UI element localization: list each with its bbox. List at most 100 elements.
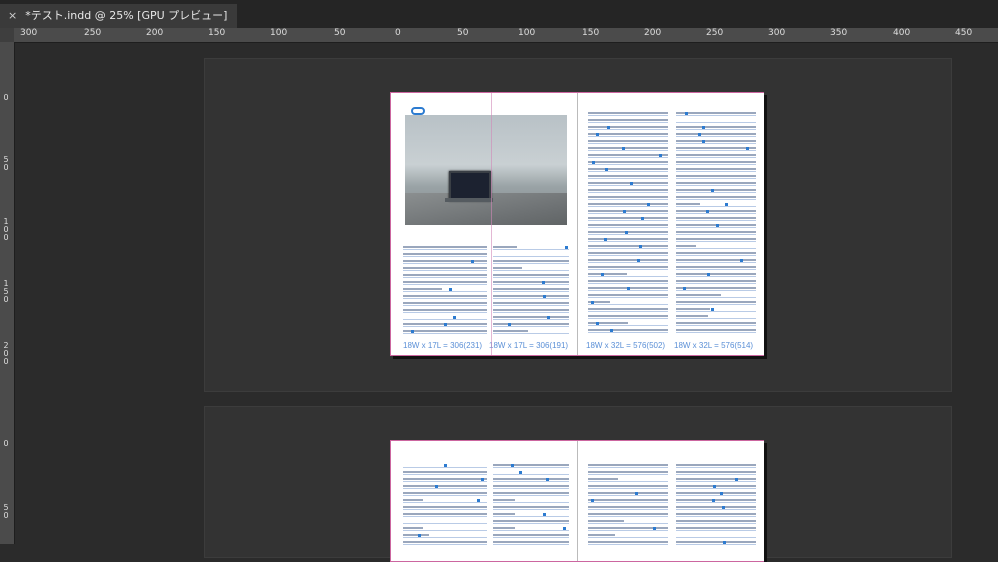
frame-grid-row (493, 252, 569, 257)
text-line (676, 541, 756, 543)
grid-cell-marker (716, 224, 719, 227)
text-frame-4[interactable] (676, 111, 756, 339)
ruler-tick-label: 350 (830, 28, 848, 38)
frame-grid-row (676, 118, 756, 123)
grid-cell-marker (627, 287, 630, 290)
grid-cell-marker (477, 499, 480, 502)
text-frame-3[interactable] (588, 111, 668, 339)
text-line (676, 315, 708, 317)
text-line (676, 478, 756, 480)
text-line (676, 231, 756, 233)
grid-cell-marker (641, 217, 644, 220)
text-line (588, 175, 668, 177)
vertical-ruler[interactable]: 0 50 100 150 200 0 50 (0, 42, 15, 544)
text-line (403, 330, 487, 332)
ruler-origin-corner[interactable] (0, 28, 14, 42)
horizontal-ruler[interactable]: 300 250 200 150 100 50 0 50 100 150 200 … (0, 28, 998, 43)
text-line (588, 520, 624, 522)
grid-cell-marker (711, 189, 714, 192)
text-frame-1[interactable] (403, 245, 487, 341)
document-tab[interactable]: × *テスト.indd @ 25% [GPU プレビュー] (0, 4, 238, 28)
text-line (588, 485, 668, 487)
close-icon[interactable]: × (8, 9, 17, 22)
text-line (588, 196, 668, 198)
ruler-tick-label: 50 (457, 28, 469, 38)
spread-1[interactable]: 18W x 17L = 306(231) 18W x 17L = 306(191… (390, 92, 764, 356)
text-line (403, 267, 487, 269)
grid-cell-marker (543, 295, 546, 298)
text-line (588, 189, 668, 191)
ruler-tick-label: 200 (146, 28, 164, 38)
text-line (676, 485, 756, 487)
grid-cell-marker (591, 301, 594, 304)
grid-cell-marker (508, 323, 511, 326)
text-line (676, 203, 700, 205)
laptop-photo[interactable] (405, 115, 567, 225)
text-line (676, 189, 756, 191)
grid-cell-marker (471, 260, 474, 263)
frame-grid-row (403, 315, 487, 320)
grid-cell-marker (592, 161, 595, 164)
text-line (676, 513, 756, 515)
text-line (588, 534, 615, 536)
text-frame-5[interactable] (403, 463, 487, 553)
text-line (403, 485, 487, 487)
laptop-image (449, 171, 491, 201)
grid-cell-marker (735, 478, 738, 481)
document-tab-title: *テスト.indd @ 25% [GPU プレビュー] (25, 9, 228, 22)
text-frame-2[interactable] (493, 245, 569, 341)
text-line (403, 260, 487, 262)
grid-cell-marker (707, 273, 710, 276)
ruler-tick-label: 450 (955, 28, 973, 38)
left-page[interactable]: 18W x 17L = 306(231) 18W x 17L = 306(191… (391, 93, 577, 355)
text-line (493, 513, 515, 515)
text-line (676, 147, 756, 149)
tab-bar: × *テスト.indd @ 25% [GPU プレビュー] (0, 0, 998, 28)
text-line (676, 520, 756, 522)
grid-cell-marker (637, 259, 640, 262)
grid-cell-marker (449, 288, 452, 291)
text-line (588, 210, 668, 212)
grid-cell-marker (444, 323, 447, 326)
grid-cell-marker (711, 308, 714, 311)
text-line (588, 506, 668, 508)
text-line (493, 534, 569, 536)
text-line (676, 301, 756, 303)
right-page[interactable]: 18W x 32L = 576(502) 18W x 32L = 576(514… (577, 93, 764, 355)
text-line (676, 154, 756, 156)
text-frame-6[interactable] (493, 463, 569, 553)
text-line (588, 259, 668, 261)
grid-cell-marker (706, 210, 709, 213)
text-line (403, 309, 487, 311)
grid-cell-marker (725, 203, 728, 206)
column-guide (491, 93, 492, 355)
text-line (676, 217, 756, 219)
text-line (676, 140, 756, 142)
ruler-tick-label: 150 (208, 28, 226, 38)
text-line (588, 224, 668, 226)
grid-cell-marker (635, 492, 638, 495)
right-page-2[interactable] (577, 441, 764, 561)
text-line (588, 119, 668, 121)
ruler-tick-label: 150 (3, 279, 9, 304)
link-icon (411, 107, 425, 115)
text-line (588, 252, 668, 254)
text-line (493, 260, 569, 262)
grid-cell-marker (565, 246, 568, 249)
left-page-2[interactable] (391, 441, 577, 561)
text-line (588, 471, 668, 473)
grid-cell-marker (546, 478, 549, 481)
grid-cell-marker (712, 499, 715, 502)
text-line (676, 329, 756, 331)
text-line (493, 527, 515, 529)
ruler-tick-label: 250 (84, 28, 102, 38)
text-line (403, 513, 487, 515)
text-frame-7[interactable] (588, 463, 668, 553)
text-line (676, 322, 756, 324)
grid-cell-marker (453, 316, 456, 319)
text-frame-8[interactable] (676, 463, 756, 553)
text-line (588, 133, 668, 135)
grid-cell-marker (596, 133, 599, 136)
text-line (493, 295, 569, 297)
text-line (588, 266, 668, 268)
